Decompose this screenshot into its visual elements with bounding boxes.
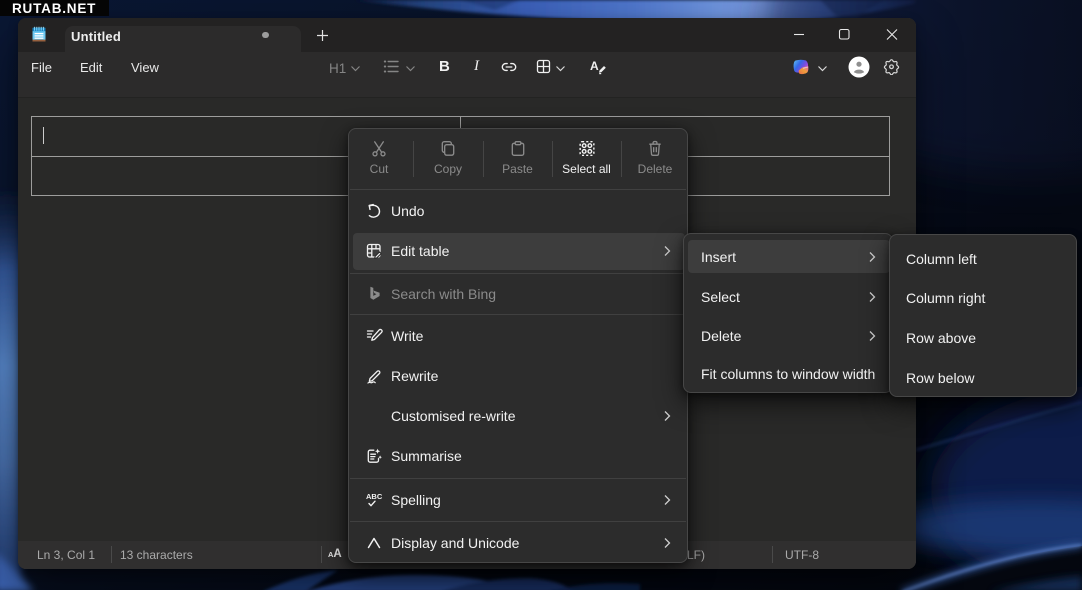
svg-text:ABC: ABC bbox=[366, 492, 383, 501]
svg-text:A: A bbox=[590, 59, 599, 73]
